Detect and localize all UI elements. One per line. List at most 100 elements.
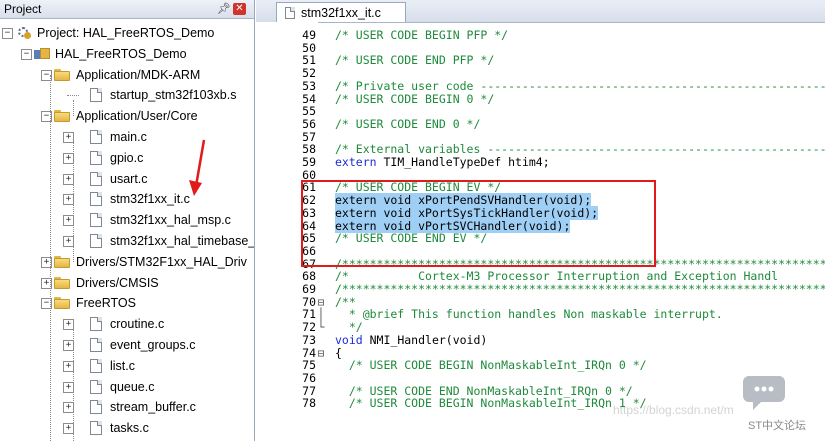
fold-toggle-icon[interactable]: ⊟ bbox=[316, 347, 326, 359]
line-number: 77 bbox=[302, 383, 316, 398]
tree-item-file[interactable]: queue.c bbox=[90, 378, 154, 396]
project-panel: Project 📌︎ ✕ − Project: HAL_FreeRTOS_Demo… bbox=[0, 0, 255, 441]
code-text: /***************************************… bbox=[335, 283, 825, 295]
tree-item-file[interactable]: stm32f1xx_it.c bbox=[90, 190, 190, 208]
tree-item-file[interactable]: croutine.c bbox=[90, 315, 164, 333]
tree-item-group[interactable]: Application/User/Core bbox=[54, 107, 198, 125]
code-keyword: extern bbox=[335, 155, 377, 169]
code-line: 77 /* USER CODE END NonMaskableInt_IRQn … bbox=[256, 385, 825, 397]
code-line: 49 /* USER CODE BEGIN PFP */ bbox=[256, 29, 825, 41]
line-number: 59 bbox=[302, 155, 316, 169]
code-comment: /* USER CODE END 0 */ bbox=[335, 116, 481, 131]
line-number: 55 bbox=[302, 104, 316, 119]
code-line: 59 extern TIM_HandleTypeDef htim4; bbox=[256, 156, 825, 168]
tree-item-label: Application/User/Core bbox=[76, 109, 198, 124]
fold-toggle-icon[interactable]: ⊟ bbox=[316, 296, 326, 308]
file-icon bbox=[90, 150, 102, 165]
code-line: 74 ⊟ { bbox=[256, 347, 825, 359]
tree-item-file[interactable]: event_groups.c bbox=[90, 336, 195, 354]
code-text: /** bbox=[335, 296, 356, 308]
tree-item-group[interactable]: Application/MDK-ARM bbox=[54, 66, 200, 84]
tree-item-root[interactable]: Project: HAL_FreeRTOS_Demo bbox=[16, 24, 214, 42]
code-comment: /* USER CODE BEGIN 0 */ bbox=[335, 91, 495, 106]
tree-expander[interactable]: − bbox=[2, 28, 13, 39]
line-number: 68 bbox=[302, 269, 316, 284]
line-number: 50 bbox=[302, 40, 316, 55]
tree-item-label: gpio.c bbox=[110, 150, 144, 165]
line-number: 69 bbox=[302, 282, 316, 296]
tree-item-group[interactable]: FreeRTOS bbox=[54, 294, 136, 312]
tree-item-file[interactable]: list.c bbox=[90, 357, 135, 375]
code-line: 70 ⊟ /** bbox=[256, 296, 825, 308]
tree-item-label: tasks.c bbox=[110, 421, 149, 436]
file-icon bbox=[90, 421, 102, 436]
tree-item-label: stm32f1xx_it.c bbox=[110, 192, 190, 207]
code-line: 54 /* USER CODE BEGIN 0 */ bbox=[256, 93, 825, 105]
code-line: 69 /*************************************… bbox=[256, 283, 825, 295]
code-normal: NMI_Handler(void) bbox=[362, 332, 488, 347]
folder-icon bbox=[54, 297, 71, 310]
code-comment: /* USER CODE BEGIN PFP */ bbox=[335, 28, 509, 42]
tree-item-file[interactable]: stream_buffer.c bbox=[90, 398, 196, 416]
code-line: 57 bbox=[256, 131, 825, 143]
tree-item-label: list.c bbox=[110, 358, 135, 373]
code-line: 68 /* Cortex-M3 Processor Interruption an… bbox=[256, 270, 825, 282]
tree-item-label: HAL_FreeRTOS_Demo bbox=[55, 46, 187, 61]
line-number: 49 bbox=[302, 28, 316, 42]
tree-item-file[interactable]: stm32f1xx_hal_timebase_ bbox=[90, 232, 254, 250]
line-number: 53 bbox=[302, 78, 316, 93]
code-text: { bbox=[335, 347, 342, 359]
code-line: 56 /* USER CODE END 0 */ bbox=[256, 118, 825, 130]
fold-guide: │ bbox=[317, 307, 325, 322]
tree-item-file[interactable]: startup_stm32f103xb.s bbox=[90, 86, 236, 104]
tree-item-file[interactable]: tasks.c bbox=[90, 419, 149, 437]
line-number: 74 bbox=[302, 345, 316, 360]
code-comment: * @brief This function handles Non maska… bbox=[335, 307, 723, 322]
file-icon bbox=[90, 379, 102, 394]
tree-item-label: startup_stm32f103xb.s bbox=[110, 88, 237, 103]
close-icon[interactable]: ✕ bbox=[233, 3, 246, 15]
tree-item-file[interactable]: usart.c bbox=[90, 170, 148, 188]
code-line: 72 └ */ bbox=[256, 321, 825, 333]
tree-item-group[interactable]: Drivers/CMSIS bbox=[54, 274, 159, 292]
tree-expander[interactable]: − bbox=[21, 48, 32, 60]
tree-item-file[interactable]: stm32f1xx_hal_msp.c bbox=[90, 211, 231, 229]
code-text: /* USER CODE BEGIN NonMaskableInt_IRQn 1… bbox=[335, 397, 647, 409]
tree-item-label: Application/MDK-ARM bbox=[76, 67, 201, 82]
code-text: extern TIM_HandleTypeDef htim4; bbox=[335, 156, 550, 168]
project-panel-title: Project bbox=[4, 2, 42, 16]
code-line: 73 void NMI_Handler(void) bbox=[256, 334, 825, 346]
tree-item-target[interactable]: HAL_FreeRTOS_Demo bbox=[34, 45, 187, 63]
tree-item-label: croutine.c bbox=[110, 317, 165, 332]
code-line: 52 bbox=[256, 67, 825, 79]
code-text: /* External variables ------------------… bbox=[335, 143, 825, 155]
code-text: * @brief This function handles Non maska… bbox=[335, 308, 723, 320]
pin-icon[interactable]: 📌︎ bbox=[217, 2, 231, 15]
tree-item-label: main.c bbox=[110, 130, 147, 144]
target-icon bbox=[34, 47, 51, 60]
fold-guide: └ bbox=[317, 320, 325, 335]
code-text: /* USER CODE END NonMaskableInt_IRQn 0 *… bbox=[335, 385, 633, 397]
code-comment: /* USER CODE BEGIN NonMaskableInt_IRQn 1… bbox=[335, 396, 647, 411]
code-text: /* USER CODE BEGIN NonMaskableInt_IRQn 0… bbox=[335, 359, 647, 371]
code-line: 53 /* Private user code -----------------… bbox=[256, 80, 825, 92]
line-number: 75 bbox=[302, 358, 316, 373]
file-icon bbox=[90, 358, 102, 373]
code-text: /* Cortex-M3 Processor Interruption and … bbox=[335, 270, 778, 282]
file-icon bbox=[90, 234, 102, 248]
line-number: 54 bbox=[302, 91, 316, 106]
code-text: /* USER CODE END 0 */ bbox=[335, 118, 480, 130]
editor-tab-stm32f1xx-it[interactable]: stm32f1xx_it.c bbox=[276, 2, 406, 22]
line-number: 76 bbox=[302, 370, 316, 385]
line-number: 57 bbox=[302, 129, 316, 144]
line-number: 52 bbox=[302, 66, 316, 81]
tree-item-group[interactable]: Drivers/STM32F1xx_HAL_Driv bbox=[54, 253, 247, 271]
code-line: 75 /* USER CODE BEGIN NonMaskableInt_IRQ… bbox=[256, 359, 825, 371]
tree-item-file[interactable]: gpio.c bbox=[90, 149, 143, 167]
tree-item-label: stm32f1xx_hal_msp.c bbox=[110, 213, 231, 228]
code-line: 58 /* External variables ----------------… bbox=[256, 143, 825, 155]
tree-item-label: Drivers/CMSIS bbox=[76, 275, 159, 290]
code-text: /* USER CODE BEGIN 0 */ bbox=[335, 93, 494, 105]
file-icon bbox=[90, 213, 102, 228]
tree-item-file[interactable]: main.c bbox=[90, 128, 147, 146]
